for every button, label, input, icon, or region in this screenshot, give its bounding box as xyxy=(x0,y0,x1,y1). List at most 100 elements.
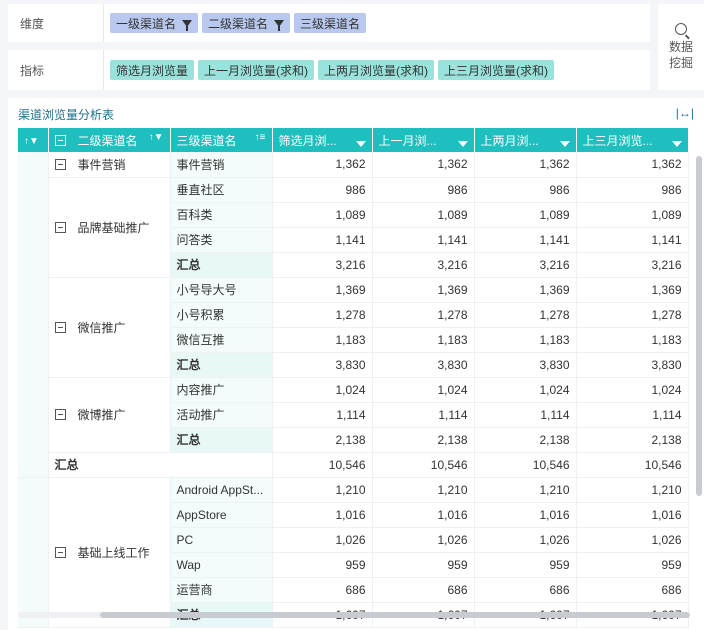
collapse-icon[interactable] xyxy=(54,321,66,333)
header-l1-filter[interactable]: ↑▼ xyxy=(18,128,49,152)
indicator-row: 指标 筛选月浏览量 上一月浏览量(求和) 上两月浏览量(求和) 上三月浏览量(求和) xyxy=(8,50,650,90)
level2-cell: 微博推广 xyxy=(48,377,171,453)
filter-icon[interactable] xyxy=(274,19,285,31)
level3-cell: Android AppSt... xyxy=(170,477,273,503)
dimension-chip[interactable]: 一级渠道名 xyxy=(110,13,199,33)
filter-icon[interactable] xyxy=(182,19,193,31)
sort-icon[interactable]: ↑≡ xyxy=(255,132,266,143)
indicator-chip[interactable]: 上一月浏览量(求和) xyxy=(198,60,315,80)
value-cell: 686 xyxy=(372,577,475,603)
dimension-chips: 一级渠道名 二级渠道名 三级渠道名 xyxy=(104,13,367,33)
level2-cell: 基础上线工作 xyxy=(48,477,171,628)
table-panel: 渠道浏览量分析表 |↔| ↑▼ 二级渠道名 ↑▼ 三级渠道名 ↑≡ 筛选月浏... … xyxy=(8,98,704,630)
value-cell: 686 xyxy=(576,577,689,603)
collapse-icon[interactable] xyxy=(54,546,66,558)
collapse-icon[interactable] xyxy=(54,409,66,420)
value-cell: 959 xyxy=(372,552,475,578)
filter-sort-icon[interactable]: ↑▼ xyxy=(149,132,164,143)
value-cell: 3,830 xyxy=(576,352,689,378)
value-cell: 3,216 xyxy=(474,252,577,278)
value-cell: 1,024 xyxy=(372,377,475,403)
table-row: 事件营销 事件营销 1,362 1,362 1,362 1,362 xyxy=(18,152,689,478)
header-col-1[interactable]: 三级渠道名 ↑≡ xyxy=(170,128,273,152)
value-cell: 1,183 xyxy=(272,327,373,353)
header-col-5[interactable]: 上三月浏览... xyxy=(576,128,689,152)
level3-cell: 运营商 xyxy=(170,577,273,603)
dimension-chip[interactable]: 三级渠道名 xyxy=(294,13,367,33)
collapse-icon[interactable] xyxy=(54,158,66,170)
value-cell: 1,026 xyxy=(474,527,577,553)
value-cell: 1,024 xyxy=(272,377,373,403)
level3-cell: 微信互推 xyxy=(170,327,273,353)
indicator-chip[interactable]: 上三月浏览量(求和) xyxy=(438,60,555,80)
value-cell: 1,362 xyxy=(372,152,475,178)
indicator-label: 指标 xyxy=(8,50,104,90)
table-body: 事件营销 事件营销 1,362 1,362 1,362 1,362 品牌基础推广 垂直社区 98… xyxy=(18,152,689,628)
value-cell: 3,830 xyxy=(474,352,577,378)
header-col-2[interactable]: 筛选月浏... xyxy=(272,128,373,152)
level2-label: 品牌基础推广 xyxy=(77,220,150,235)
value-cell: 1,016 xyxy=(272,502,373,528)
value-cell: 3,830 xyxy=(272,352,373,378)
value-cell: 1,362 xyxy=(576,152,689,178)
value-cell: 1,369 xyxy=(372,277,475,303)
dropdown-icon[interactable] xyxy=(355,140,366,147)
level3-cell: 小号积累 xyxy=(170,302,273,328)
value-cell: 1,278 xyxy=(474,302,577,328)
data-mining-button[interactable]: 数据 挖掘 xyxy=(658,4,704,90)
dropdown-icon[interactable] xyxy=(457,140,468,147)
header-col-4[interactable]: 上两月浏... xyxy=(474,128,577,152)
level2-cell: 事件营销 xyxy=(48,152,171,178)
expand-columns-icon[interactable]: |↔| xyxy=(676,106,694,120)
table-row: 微信推广 小号导大号 1,369 1,369 1,369 1,369 xyxy=(18,277,689,378)
value-cell: 1,362 xyxy=(272,152,373,178)
value-cell: 986 xyxy=(272,177,373,203)
grand-total-row: 汇总 10,546 10,546 10,546 10,546 xyxy=(18,452,689,478)
header-col-0[interactable]: 二级渠道名 ↑▼ xyxy=(48,128,171,152)
dimension-chip-label: 二级渠道名 xyxy=(208,16,269,31)
value-cell: 2,138 xyxy=(474,427,577,453)
value-cell: 1,369 xyxy=(576,277,689,303)
dropdown-icon[interactable] xyxy=(559,140,570,147)
value-cell: 1,141 xyxy=(474,227,577,253)
value-cell: 1,141 xyxy=(272,227,373,253)
header-col-3[interactable]: 上一月浏... xyxy=(372,128,475,152)
pivot-table: ↑▼ 二级渠道名 ↑▼ 三级渠道名 ↑≡ 筛选月浏... 上一月浏... 上两月浏.… xyxy=(18,128,689,628)
value-cell: 1,016 xyxy=(474,502,577,528)
dropdown-icon[interactable] xyxy=(671,140,682,147)
value-cell: 959 xyxy=(272,552,373,578)
table-row: 微博推广 内容推广 1,024 1,024 1,024 1,024 xyxy=(18,377,689,453)
value-cell: 1,026 xyxy=(576,527,689,553)
level2-label: 基础上线工作 xyxy=(77,545,150,560)
dimension-chip[interactable]: 二级渠道名 xyxy=(202,13,291,33)
level1-cell xyxy=(18,152,49,478)
table-title: 渠道浏览量分析表 xyxy=(18,108,115,122)
horizontal-scrollbar[interactable] xyxy=(100,612,690,618)
value-cell: 1,210 xyxy=(372,477,475,503)
level3-cell: 活动推广 xyxy=(170,402,273,428)
value-cell: 1,089 xyxy=(372,202,475,228)
vertical-scrollbar[interactable] xyxy=(696,156,702,496)
value-cell: 986 xyxy=(474,177,577,203)
value-cell: 1,278 xyxy=(372,302,475,328)
table-header-row: ↑▼ 二级渠道名 ↑▼ 三级渠道名 ↑≡ 筛选月浏... 上一月浏... 上两月浏.… xyxy=(18,128,689,152)
table-row: 品牌基础推广 垂直社区 986 986 986 986 xyxy=(18,177,689,278)
dimension-chip-label: 一级渠道名 xyxy=(116,16,177,31)
value-cell: 959 xyxy=(576,552,689,578)
level3-cell: 垂直社区 xyxy=(170,177,273,203)
collapse-all-icon[interactable] xyxy=(54,134,66,146)
level1-cell xyxy=(18,477,49,628)
indicator-chip[interactable]: 筛选月浏览量 xyxy=(110,60,195,80)
mining-icon xyxy=(675,23,687,35)
collapse-icon[interactable] xyxy=(54,221,66,233)
indicator-chip[interactable]: 上两月浏览量(求和) xyxy=(318,60,435,80)
dimension-label: 维度 xyxy=(8,4,104,42)
value-cell: 1,362 xyxy=(474,152,577,178)
level3-cell: 问答类 xyxy=(170,227,273,253)
value-cell: 3,216 xyxy=(372,252,475,278)
value-cell: 2,138 xyxy=(272,427,373,453)
level3-cell: 百科类 xyxy=(170,202,273,228)
level3-cell: AppStore xyxy=(170,502,273,528)
value-cell: 986 xyxy=(576,177,689,203)
indicator-chips: 筛选月浏览量 上一月浏览量(求和) 上两月浏览量(求和) 上三月浏览量(求和) xyxy=(104,60,555,80)
